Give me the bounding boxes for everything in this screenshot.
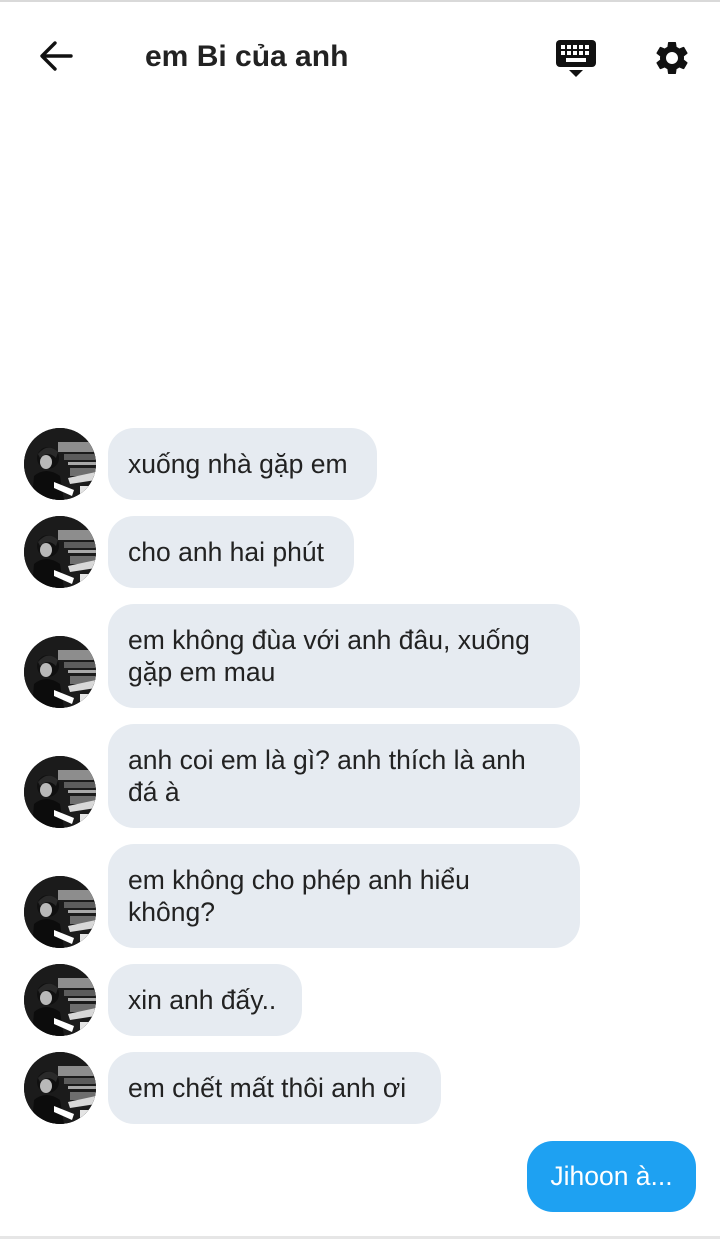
avatar[interactable]	[24, 516, 96, 588]
avatar[interactable]	[24, 1052, 96, 1124]
conversation-title: em Bi của anh	[145, 40, 349, 73]
avatar[interactable]	[24, 428, 96, 500]
incoming-message[interactable]: xuống nhà gặp em	[108, 428, 377, 500]
chat-header: em Bi của anh	[0, 2, 720, 112]
incoming-message[interactable]: em không cho phép anh hiểu không?	[108, 844, 580, 948]
avatar[interactable]	[24, 964, 96, 1036]
keyboard-toggle-button[interactable]	[552, 36, 600, 84]
incoming-message[interactable]: em chết mất thôi anh ơi	[108, 1052, 441, 1124]
incoming-message[interactable]: xin anh đấy..	[108, 964, 302, 1036]
outgoing-message[interactable]: Jihoon à...	[527, 1141, 696, 1212]
gear-icon	[652, 38, 692, 83]
incoming-message[interactable]: anh coi em là gì? anh thích là anh đá à	[108, 724, 580, 828]
back-button[interactable]	[30, 34, 82, 82]
avatar[interactable]	[24, 756, 96, 828]
avatar[interactable]	[24, 876, 96, 948]
incoming-message[interactable]: cho anh hai phút	[108, 516, 354, 588]
settings-button[interactable]	[648, 36, 696, 84]
arrow-left-icon	[38, 40, 74, 77]
keyboard-icon	[555, 37, 597, 84]
avatar[interactable]	[24, 636, 96, 708]
incoming-message[interactable]: em không đùa với anh đâu, xuống gặp em m…	[108, 604, 580, 708]
